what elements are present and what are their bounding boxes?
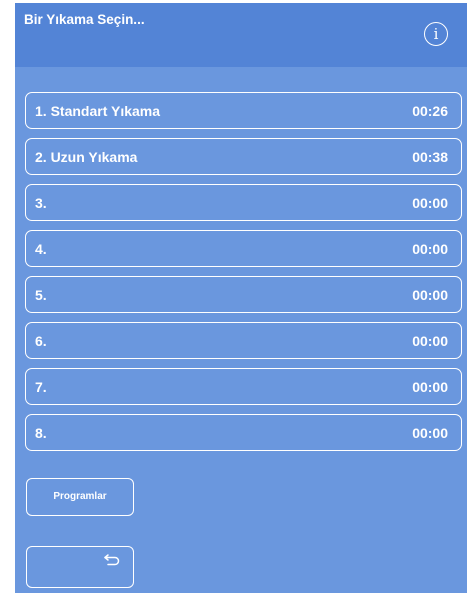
- wash-item-5[interactable]: 5. 00:00: [25, 276, 462, 313]
- wash-time: 00:00: [412, 379, 448, 395]
- header-bar: Bir Yıkama Seçin... i: [15, 3, 467, 67]
- wash-time: 00:00: [412, 195, 448, 211]
- info-icon[interactable]: i: [424, 22, 448, 46]
- wash-time: 00:00: [412, 333, 448, 349]
- wash-name: 4.: [35, 241, 47, 257]
- programs-button[interactable]: Programlar: [26, 478, 134, 516]
- page-title: Bir Yıkama Seçin...: [24, 12, 145, 27]
- wash-list: 1. Standart Yıkama 00:26 2. Uzun Yıkama …: [25, 92, 462, 460]
- wash-name: 2. Uzun Yıkama: [35, 149, 138, 165]
- wash-name: 3.: [35, 195, 47, 211]
- wash-item-3[interactable]: 3. 00:00: [25, 184, 462, 221]
- wash-select-screen: Bir Yıkama Seçin... i 1. Standart Yıkama…: [15, 3, 467, 593]
- wash-item-8[interactable]: 8. 00:00: [25, 414, 462, 451]
- wash-name: 7.: [35, 379, 47, 395]
- wash-item-4[interactable]: 4. 00:00: [25, 230, 462, 267]
- wash-item-1[interactable]: 1. Standart Yıkama 00:26: [25, 92, 462, 129]
- wash-time: 00:00: [412, 287, 448, 303]
- wash-item-7[interactable]: 7. 00:00: [25, 368, 462, 405]
- back-button[interactable]: [26, 546, 134, 588]
- wash-name: 6.: [35, 333, 47, 349]
- wash-time: 00:00: [412, 425, 448, 441]
- wash-name: 5.: [35, 287, 47, 303]
- wash-time: 00:00: [412, 241, 448, 257]
- wash-name: 8.: [35, 425, 47, 441]
- wash-time: 00:38: [412, 149, 448, 165]
- wash-name: 1. Standart Yıkama: [35, 103, 161, 119]
- return-arrow-icon: [104, 554, 120, 566]
- wash-item-6[interactable]: 6. 00:00: [25, 322, 462, 359]
- wash-item-2[interactable]: 2. Uzun Yıkama 00:38: [25, 138, 462, 175]
- wash-time: 00:26: [412, 103, 448, 119]
